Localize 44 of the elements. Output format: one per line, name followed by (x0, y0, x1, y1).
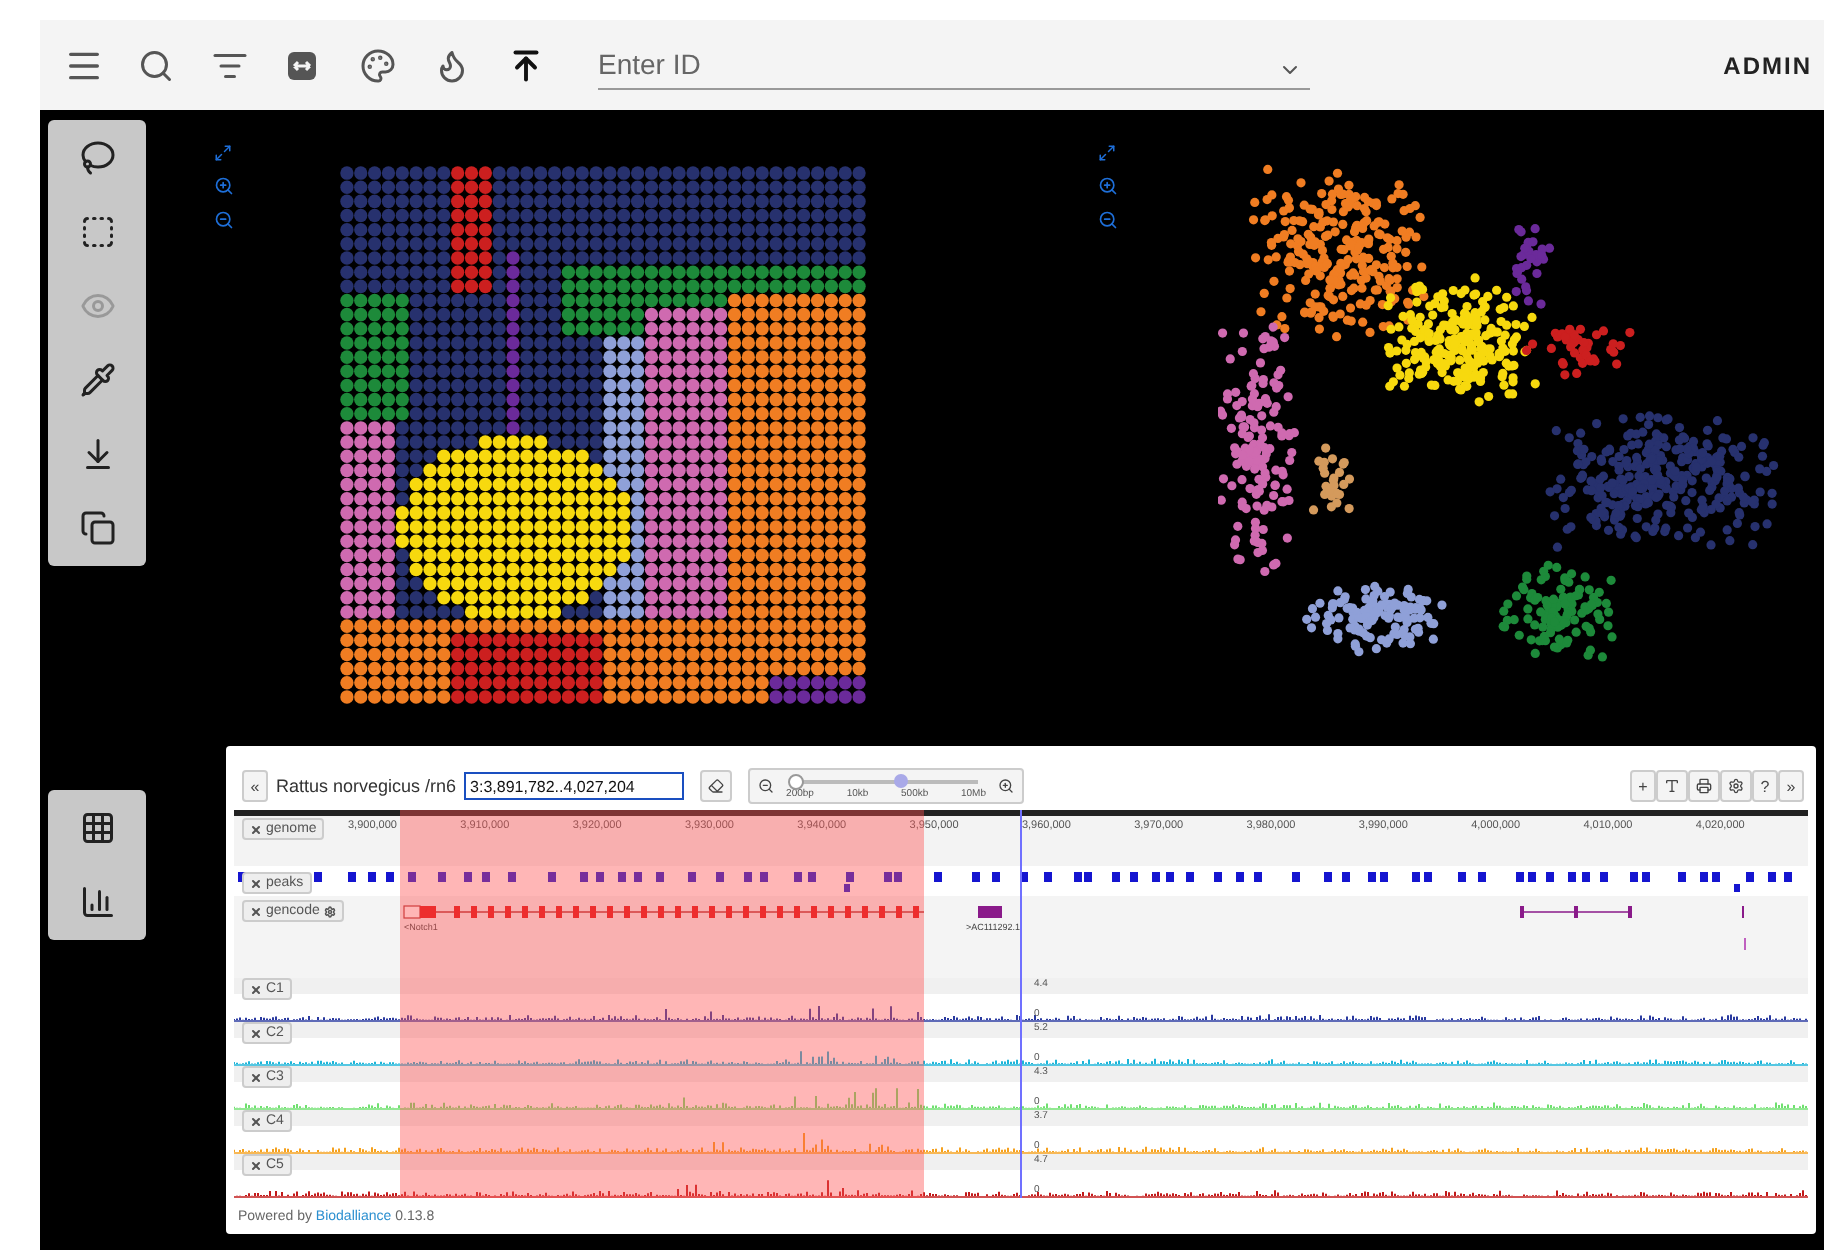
gear-icon[interactable] (323, 905, 336, 917)
eraser-button[interactable] (700, 770, 733, 802)
printer-icon (1696, 778, 1712, 794)
close-icon[interactable] (250, 905, 262, 917)
close-icon[interactable] (250, 1071, 262, 1083)
close-icon[interactable] (250, 983, 262, 995)
browser-toolbar-button[interactable]: ? (1752, 770, 1778, 802)
settings-button[interactable] (1720, 770, 1752, 802)
expand-icon[interactable] (214, 144, 232, 162)
zoom-in-icon[interactable] (214, 176, 234, 196)
copy-icon[interactable] (79, 510, 115, 546)
location-field[interactable]: 3:3,891,782..4,027,204 (464, 772, 685, 800)
browser-toolbar-button[interactable]: » (1778, 770, 1804, 802)
upload-icon[interactable] (508, 47, 544, 83)
zoom-out-icon[interactable] (1098, 210, 1118, 230)
zoom-out-icon[interactable] (758, 778, 775, 794)
close-icon[interactable] (250, 1159, 262, 1171)
close-icon[interactable] (250, 1027, 262, 1039)
collapse-button[interactable]: « (242, 770, 268, 802)
zoom-in-icon[interactable] (998, 778, 1015, 794)
id-select-field[interactable]: Enter ID (598, 41, 1310, 89)
close-icon[interactable] (250, 1115, 262, 1127)
eraser-icon (708, 778, 725, 794)
grid-icon[interactable] (79, 810, 115, 846)
font-button[interactable] (1656, 770, 1688, 802)
dashed-square-icon[interactable] (79, 214, 115, 250)
close-icon[interactable] (250, 877, 262, 889)
flame-icon[interactable] (434, 47, 470, 83)
palette-icon[interactable] (360, 47, 396, 83)
close-icon[interactable] (250, 823, 262, 835)
settings-icon (1728, 778, 1744, 794)
search-icon[interactable] (138, 47, 174, 83)
pipette-icon[interactable] (79, 362, 115, 398)
zoom-in-icon[interactable] (1098, 176, 1118, 196)
user-name[interactable]: ADMIN (1723, 51, 1812, 79)
browser-toolbar-button[interactable]: + (1630, 770, 1656, 802)
zoom-out-icon[interactable] (214, 210, 234, 230)
horizontal-arrows-icon[interactable] (286, 49, 318, 81)
lasso-icon[interactable] (79, 140, 115, 176)
species-label: Rattus norvegicus /rn6 (276, 776, 457, 796)
print-button[interactable] (1688, 770, 1720, 802)
letter-icon (1664, 778, 1680, 794)
expand-icon[interactable] (1098, 144, 1116, 162)
bar-chart-icon[interactable] (79, 884, 115, 920)
